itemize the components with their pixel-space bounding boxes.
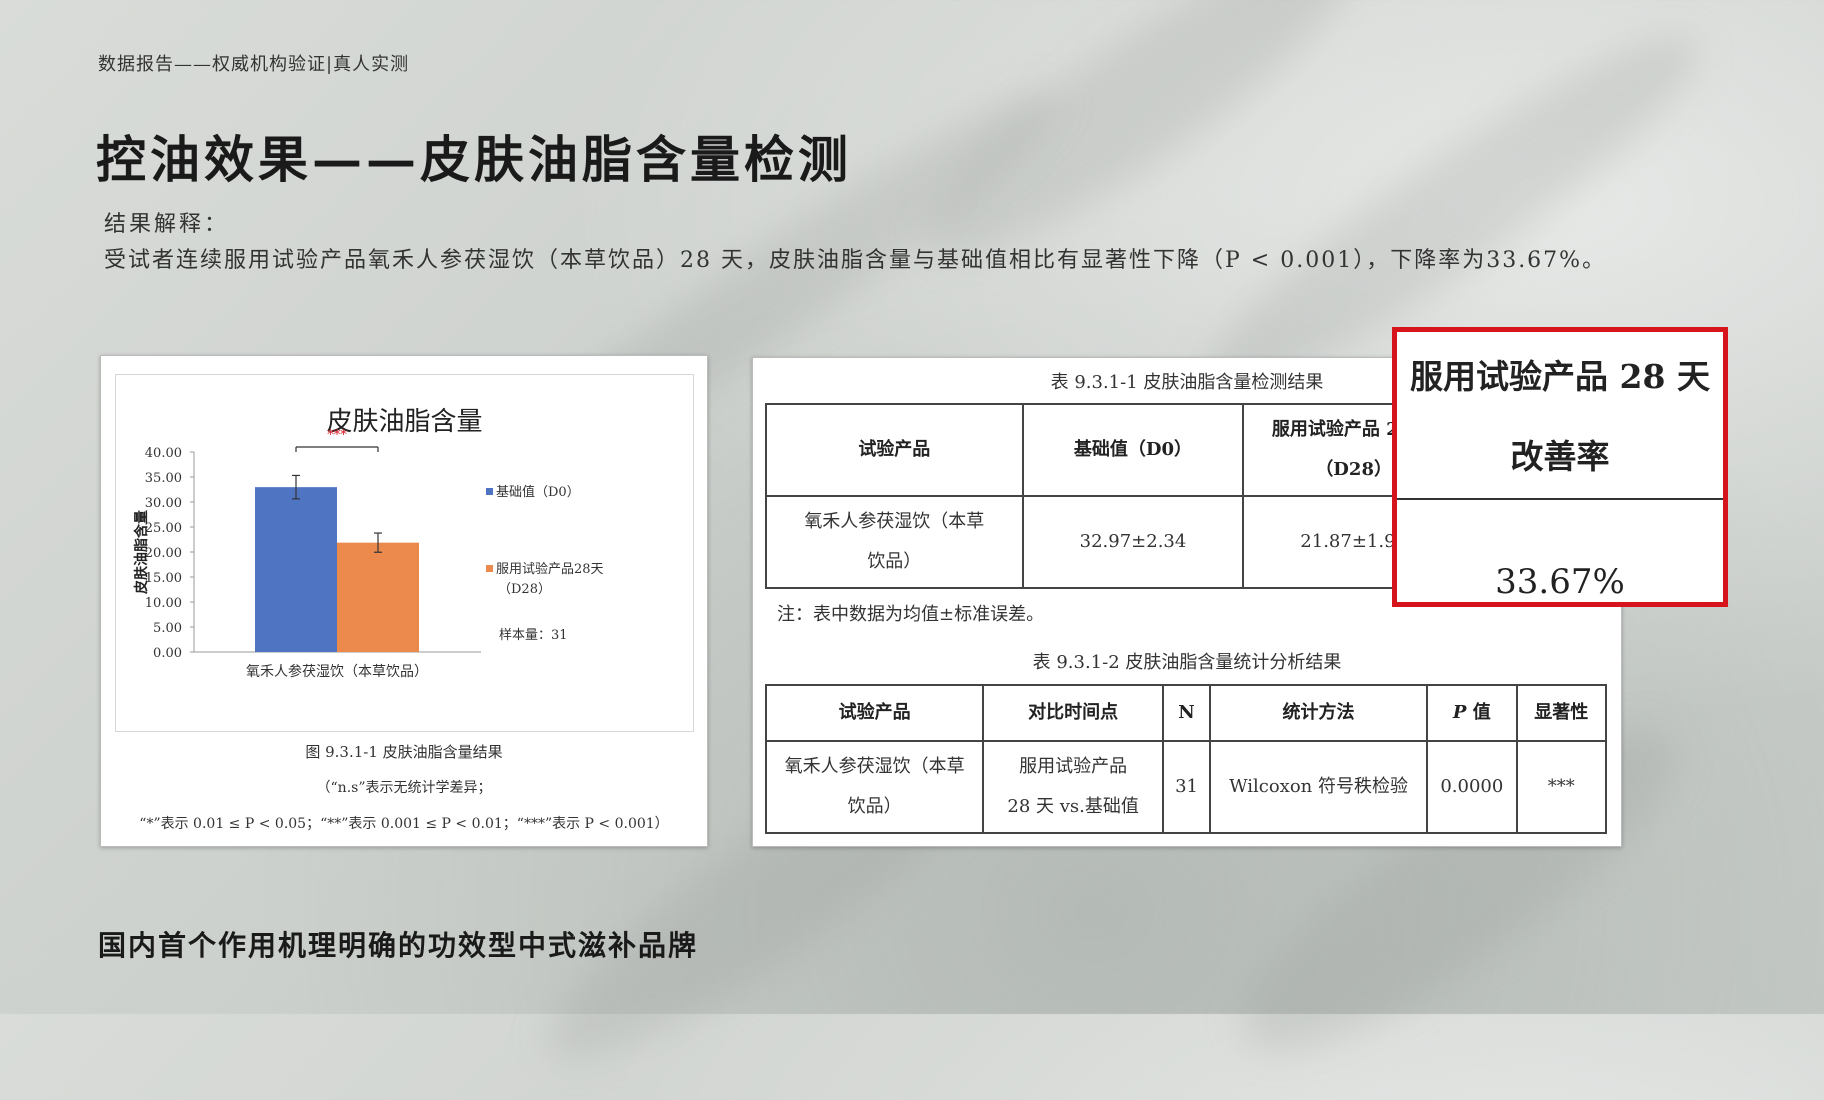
header-n: N xyxy=(1162,684,1211,742)
improvement-rate-value: 33.67% xyxy=(1495,562,1625,602)
y-tick-label: 30.00 xyxy=(145,496,182,511)
bar-chart: 0.00 5.00 10.00 15.00 20.00 25.00 30.00 35.00 40… xyxy=(133,428,604,680)
cell-p: 0.0000 xyxy=(1426,740,1518,834)
result-text: 受试者连续服用试验产品氧禾人参茯湿饮（本草饮品）28 天，皮肤油脂含量与基础值相… xyxy=(104,248,1607,273)
cell-product-line1: 氧禾人参茯湿饮（本草 xyxy=(784,756,965,777)
y-tick-label: 20.00 xyxy=(145,546,182,561)
cell-time-line2: 28 天 vs.基础值 xyxy=(1007,796,1139,817)
cell-method: Wilcoxon 符号秩检验 xyxy=(1208,740,1429,834)
result-label: 结果解释： xyxy=(104,212,230,237)
figure-note-2: “*”表示 0.01 ≤ P < 0.05；“**”表示 0.001 ≤ P <… xyxy=(139,816,669,832)
table-note: 注：表中数据为均值±标准误差。 xyxy=(777,604,1045,625)
chart-frame: 皮肤油脂含量 0.00 5.00 10.00 15.00 20.00 25.00 30.00… xyxy=(115,374,694,732)
y-tick-label: 15.00 xyxy=(145,571,182,586)
legend-label-d0: 基础值（D0） xyxy=(496,484,580,500)
page-title: 控油效果——皮肤油脂含量检测 xyxy=(96,130,852,189)
legend-swatch-d28 xyxy=(486,565,493,572)
bar-0 xyxy=(255,487,337,652)
y-tick-label: 5.00 xyxy=(153,621,182,636)
figure-note-1: （“n.s”表示无统计学差异； xyxy=(316,780,492,796)
cell-product-line1: 氧禾人参茯湿饮（本草 xyxy=(804,511,985,532)
highlight-header: 服用试验产品 28 天 改善率 xyxy=(1397,332,1723,500)
significance-stars: *** xyxy=(327,428,347,443)
table-row: 氧禾人参茯湿饮（本草 饮品） 服用试验产品 28 天 vs.基础值 31 Wil… xyxy=(764,740,1608,834)
brand-slogan: 国内首个作用机理明确的功效型中式滋补品牌 xyxy=(98,929,699,962)
bar-1 xyxy=(337,542,419,652)
cell-product: 氧禾人参茯湿饮（本草 饮品） xyxy=(764,740,985,834)
cell-d0: 32.97±2.34 xyxy=(1021,495,1245,589)
header-product: 试验产品 xyxy=(764,684,985,742)
header-significance: 显著性 xyxy=(1515,684,1608,742)
cell-n: 31 xyxy=(1162,740,1211,834)
y-tick-label: 10.00 xyxy=(145,596,182,611)
header-time: 对比时间点 xyxy=(982,684,1165,742)
y-tick-label: 25.00 xyxy=(145,521,182,536)
header-p-letter: P xyxy=(1452,702,1467,723)
highlight-line2: 改善率 xyxy=(1510,437,1610,476)
legend-swatch-d0 xyxy=(486,488,493,495)
improvement-highlight-box: 服用试验产品 28 天 改善率 33.67% xyxy=(1392,327,1728,607)
header-d28-line2: （D28） xyxy=(1315,459,1392,480)
header-product: 试验产品 xyxy=(765,403,1024,497)
table-row: 氧禾人参茯湿饮（本草 饮品） 32.97±2.34 21.87±1.92 xyxy=(765,495,1465,589)
header-p: P 值 xyxy=(1426,684,1518,742)
cell-product-line2: 饮品） xyxy=(847,796,902,817)
x-category-label: 氧禾人参茯湿饮（本草饮品） xyxy=(246,663,428,680)
table-row: 试验产品 基础值（D0） 服用试验产品 28 天 （D28） xyxy=(765,403,1465,497)
y-axis-label: 皮肤油脂含量 xyxy=(133,510,150,595)
sample-size-label: 样本量：31 xyxy=(499,628,568,643)
legend-label-d28-sub: （D28） xyxy=(498,582,551,597)
legend-label-d28: 服用试验产品28天 xyxy=(496,561,604,577)
highlight-line1: 服用试验产品 28 天 xyxy=(1410,357,1710,396)
cell-product-line2: 饮品） xyxy=(867,551,922,572)
cell-significance: *** xyxy=(1515,740,1608,834)
y-tick-label: 0.00 xyxy=(153,646,182,661)
cell-time: 服用试验产品 28 天 vs.基础值 xyxy=(982,740,1165,834)
figure-caption: 图 9.3.1-1 皮肤油脂含量结果 xyxy=(305,743,503,761)
report-caption: 数据报告——权威机构验证|真人实测 xyxy=(98,54,410,75)
oil-content-table: 试验产品 基础值（D0） 服用试验产品 28 天 （D28） 氧禾人参茯湿饮（本… xyxy=(765,403,1465,589)
header-p-suffix: 值 xyxy=(1472,702,1491,723)
header-method: 统计方法 xyxy=(1208,684,1429,742)
stats-table: 试验产品 对比时间点 N 统计方法 P 值 显著性 氧禾人参茯湿饮（本草 饮品）… xyxy=(764,684,1608,834)
cell-time-line1: 服用试验产品 xyxy=(1019,756,1128,777)
cell-product: 氧禾人参茯湿饮（本草 饮品） xyxy=(765,495,1024,589)
table-row: 试验产品 对比时间点 N 统计方法 P 值 显著性 xyxy=(764,684,1608,742)
table2-caption: 表 9.3.1-2 皮肤油脂含量统计分析结果 xyxy=(1032,652,1342,673)
y-tick-label: 35.00 xyxy=(145,471,182,486)
y-tick-label: 40.00 xyxy=(145,446,182,461)
chart-panel: 皮肤油脂含量 0.00 5.00 10.00 15.00 20.00 25.00 30.00… xyxy=(100,355,708,847)
header-d0: 基础值（D0） xyxy=(1021,403,1245,497)
